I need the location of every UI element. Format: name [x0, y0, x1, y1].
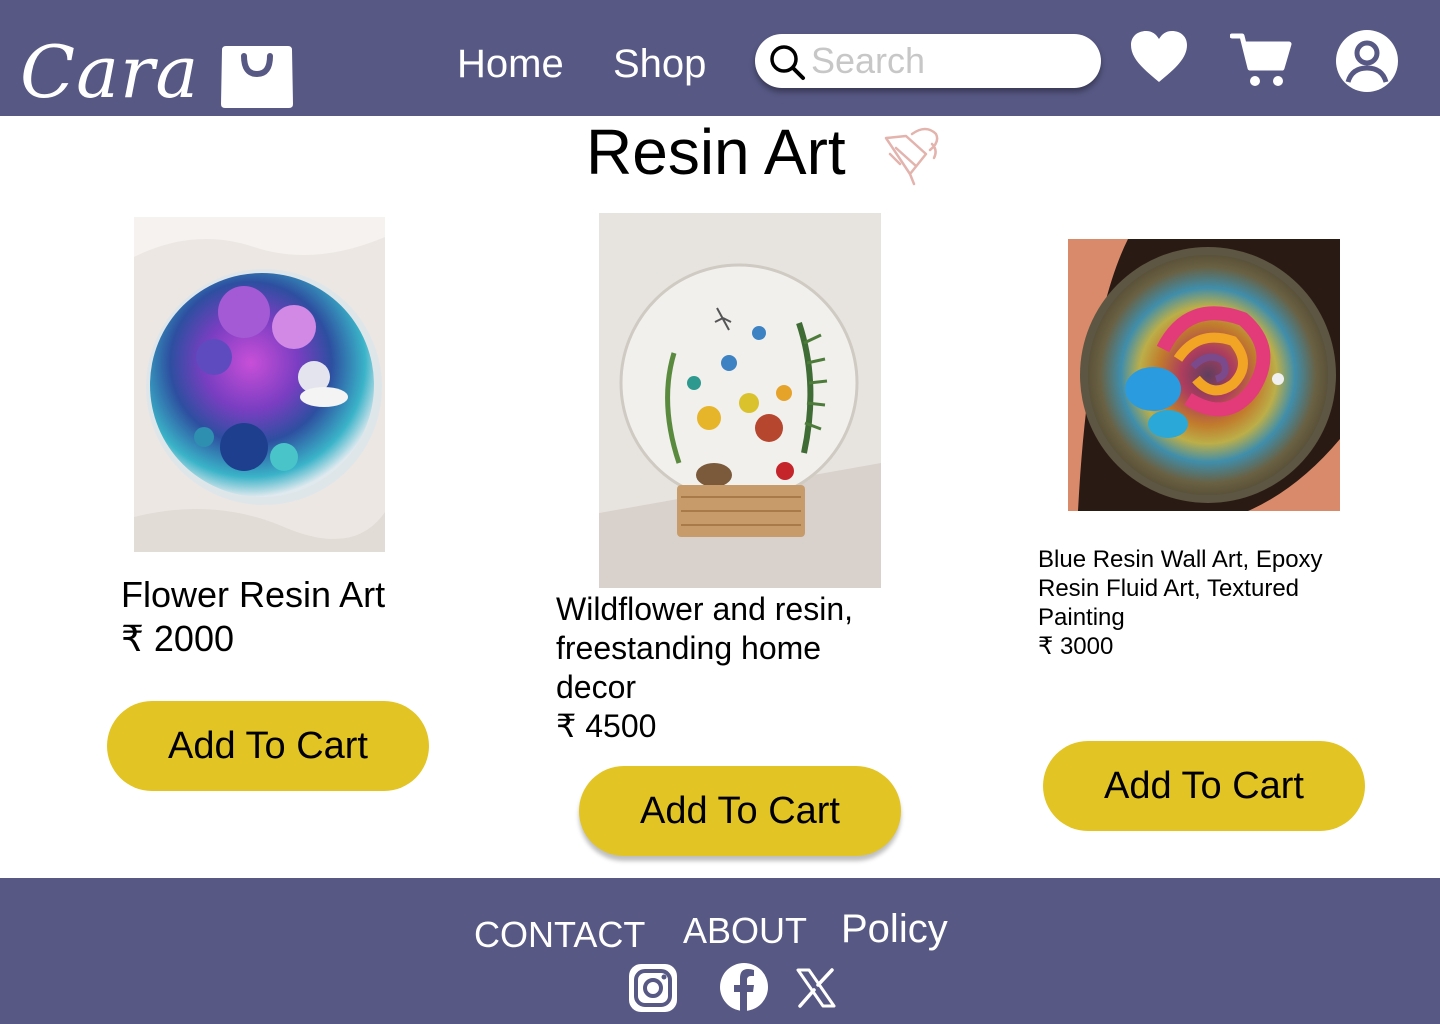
product-image-flower-resin-art[interactable] — [134, 217, 385, 552]
product-image-blue-resin-wall-art[interactable] — [1068, 239, 1340, 511]
heart-icon[interactable] — [1130, 30, 1188, 84]
footer-link-contact[interactable]: CONTACT — [474, 914, 645, 956]
product-image-wildflower-resin[interactable] — [599, 213, 881, 588]
product-price: ₹ 3000 — [1038, 633, 1114, 660]
nav-home[interactable]: Home — [457, 40, 564, 88]
footer-link-about[interactable]: ABOUT — [683, 910, 807, 952]
cart-icon[interactable] — [1230, 32, 1292, 88]
footer: CONTACT ABOUT Policy — [0, 878, 1440, 1024]
search-input[interactable] — [811, 40, 1091, 82]
product-name: Flower Resin Art — [121, 574, 386, 615]
logo[interactable]: Cara — [18, 30, 298, 114]
x-icon[interactable] — [796, 968, 836, 1008]
product-price: ₹ 4500 — [556, 708, 657, 744]
header: Cara Home Shop — [0, 0, 1440, 116]
logo-text: Cara — [20, 30, 200, 114]
footer-link-policy[interactable]: Policy — [841, 906, 948, 952]
search-icon[interactable] — [767, 42, 807, 82]
nav-shop[interactable]: Shop — [613, 40, 706, 88]
user-icon[interactable] — [1334, 28, 1400, 94]
facebook-icon[interactable] — [719, 962, 769, 1012]
add-to-cart-button[interactable]: Add To Cart — [579, 766, 901, 856]
instagram-icon[interactable] — [628, 963, 678, 1013]
add-to-cart-button[interactable]: Add To Cart — [1043, 741, 1365, 831]
page-title: Resin Art — [586, 116, 846, 188]
product-name: Blue Resin Wall Art, Epoxy Resin Fluid A… — [1038, 546, 1323, 631]
product-price: ₹ 2000 — [121, 618, 234, 659]
search-bar — [755, 34, 1101, 88]
add-to-cart-button[interactable]: Add To Cart — [107, 701, 429, 791]
shopping-bag-icon — [221, 46, 293, 108]
resin-brush-icon — [884, 127, 939, 186]
product-name: Wildflower and resin, freestanding home … — [556, 591, 853, 705]
